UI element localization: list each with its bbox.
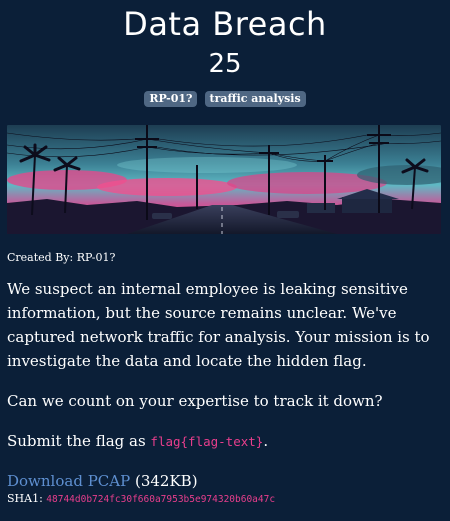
- challenge-title: Data Breach: [123, 5, 327, 43]
- challenge-description: Created By: RP-01? We suspect an interna…: [7, 250, 443, 507]
- sha1-row: SHA1: 48744d0b724fc30f660a7953b5e974320b…: [7, 492, 443, 507]
- flag-instruction-prefix: Submit the flag as: [7, 432, 151, 450]
- sha1-label: SHA1:: [7, 492, 43, 505]
- flag-instruction-suffix: .: [263, 432, 269, 450]
- description-paragraph-1: We suspect an internal employee is leaki…: [7, 280, 430, 370]
- tag-author[interactable]: RP-01?: [144, 91, 198, 107]
- sha1-hash: 48744d0b724fc30f660a7953b5e974320b60a47c: [46, 494, 276, 505]
- flag-format-code: flag{flag-text}: [150, 434, 264, 449]
- tag-list: RP-01? traffic analysis: [0, 84, 450, 112]
- challenge-banner-image: [7, 125, 441, 234]
- download-row: Download PCAP (342KB): [7, 470, 443, 492]
- file-size: (342KB): [134, 472, 198, 490]
- flag-format-instruction: Submit the flag as flag{flag-text}.: [7, 429, 443, 454]
- tag-category[interactable]: traffic analysis: [204, 91, 306, 107]
- description-paragraph-2: Can we count on your expertise to track …: [7, 392, 383, 410]
- challenge-points: 25: [208, 49, 242, 79]
- download-pcap-link[interactable]: Download PCAP: [7, 472, 130, 490]
- created-by-text: Created By: RP-01?: [7, 251, 116, 264]
